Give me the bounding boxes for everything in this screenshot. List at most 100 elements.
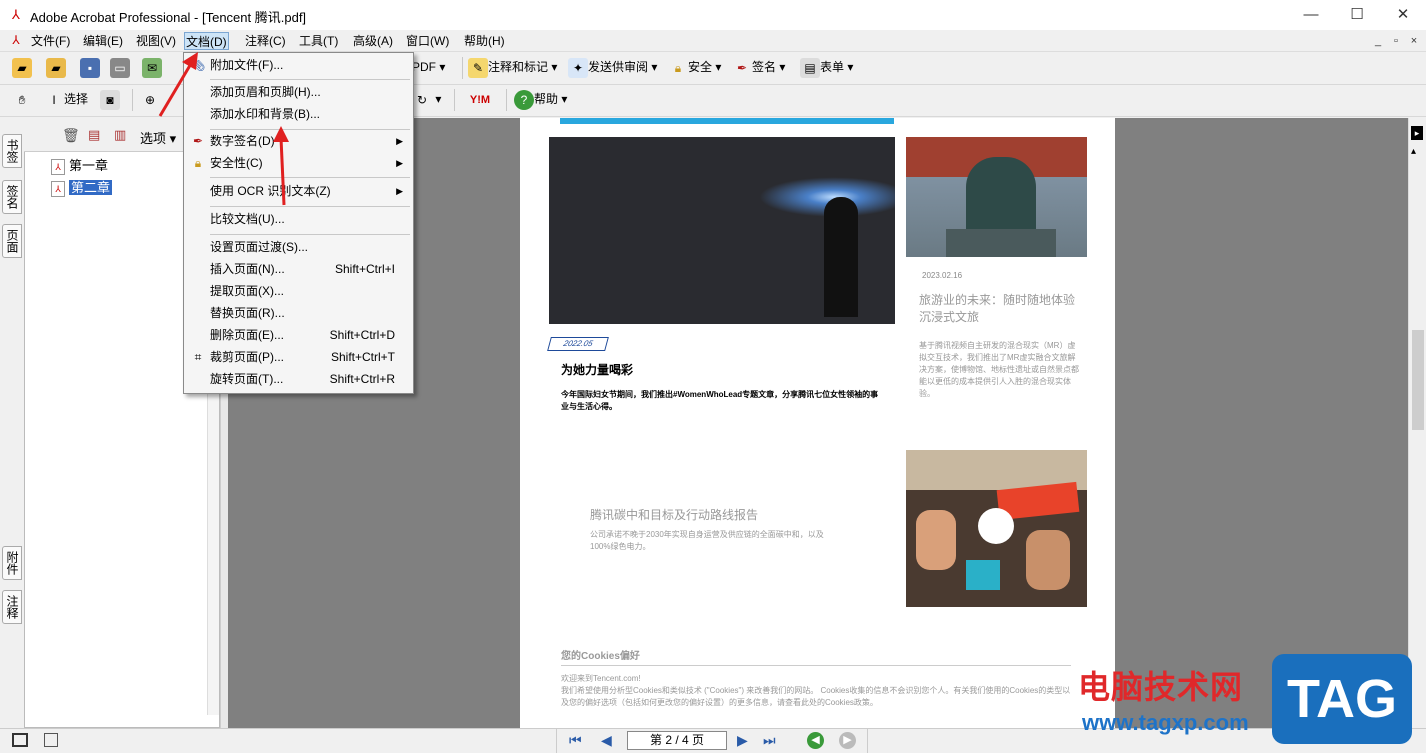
rotate-button[interactable]: ↻ ▾	[412, 88, 441, 110]
menu-bar: ⅄ 文件(F) 编辑(E) 视图(V) 文档(D) 注释(C) 工具(T) 高级…	[0, 30, 1426, 52]
watermark-logo: TAG	[1272, 654, 1412, 744]
organizer-button[interactable]: ▰	[46, 56, 66, 78]
forward-icon[interactable]: ▶	[839, 732, 856, 749]
doc-icon: ⅄	[12, 33, 20, 47]
menu-edit[interactable]: 编辑(E)	[82, 32, 124, 50]
minimize-button[interactable]: —	[1288, 0, 1334, 30]
security-button[interactable]: 🔒︎ 安全 ▾	[668, 56, 722, 78]
menu-advanced[interactable]: 高级(A)	[352, 32, 394, 50]
watermark-text: 电脑技术网	[1078, 669, 1244, 705]
page-navigation: ⏮︎ ◀ 第 2 / 4 页 ▶ ⏭︎ ◀ ▶	[556, 729, 868, 753]
sign-button[interactable]: ✒ 签名 ▾	[732, 56, 785, 78]
article-heading: 旅游业的未来：随时随地体验沉浸式文旅	[919, 293, 1076, 324]
mdi-restore-button[interactable]: ▫	[1388, 33, 1404, 49]
article-heading: 腾讯碳中和目标及行动路线报告	[590, 508, 759, 522]
menu-item-compare[interactable]: 比较文档(U)...	[186, 208, 411, 230]
select-tool-button[interactable]: I 选择	[44, 88, 88, 110]
document-scrollbar[interactable]: ▸ ▴	[1408, 118, 1426, 728]
menu-item-rotate-pages[interactable]: 旋转页面(T)... Shift+Ctrl+R	[186, 368, 411, 390]
menu-comments[interactable]: 注释(C)	[244, 32, 287, 50]
previous-page-icon[interactable]: ◀	[601, 732, 612, 749]
menu-item-watermark[interactable]: 添加水印和背景(B)...	[186, 103, 411, 125]
side-tabs: 书签 签名 页面 附件 注释	[0, 118, 24, 728]
menu-document[interactable]: 文档(D)	[184, 32, 229, 50]
mdi-minimize-button[interactable]: _	[1370, 33, 1386, 49]
comment-icon: ✎	[468, 57, 488, 78]
zoom-icon: ⊕	[144, 92, 156, 107]
yahoo-button[interactable]: Y!M	[462, 88, 498, 110]
menu-item-insert-pages[interactable]: 插入页面(N)... Shift+Ctrl+I	[186, 258, 411, 280]
email-button[interactable]: ✉	[142, 56, 162, 78]
back-icon[interactable]: ◀	[807, 732, 824, 749]
menu-view[interactable]: 视图(V)	[135, 32, 177, 50]
menu-item-security[interactable]: 🔒︎ 安全性(C) ▶	[186, 152, 411, 174]
menu-item-delete-pages[interactable]: 删除页面(E)... Shift+Ctrl+D	[186, 324, 411, 346]
snapshot-button[interactable]: ◙	[100, 88, 120, 110]
bookmark-from-selection-icon[interactable]: ▥	[114, 127, 126, 143]
tab-comments[interactable]: 注释	[2, 590, 22, 624]
menu-item-ocr[interactable]: 使用 OCR 识别文本(Z) ▶	[186, 180, 411, 202]
comment-markup-button[interactable]: ✎ 注释和标记 ▾	[468, 56, 557, 78]
menu-item-header-footer[interactable]: 添加页眉和页脚(H)...	[186, 81, 411, 103]
tab-bookmarks[interactable]: 书签	[2, 134, 22, 168]
folder-open-icon: ▰	[12, 57, 32, 78]
acrobat-icon: ⅄	[12, 7, 20, 22]
menu-help[interactable]: 帮助(H)	[463, 32, 506, 50]
page-number-field[interactable]: 第 2 / 4 页	[627, 731, 727, 750]
last-page-icon[interactable]: ⏭︎	[763, 732, 776, 749]
scroll-up-icon[interactable]: ▴	[1411, 146, 1416, 157]
menu-tools[interactable]: 工具(T)	[298, 32, 339, 50]
menu-item-extract-pages[interactable]: 提取页面(X)...	[186, 280, 411, 302]
panel-view-icon[interactable]	[12, 733, 28, 747]
page-view-icon[interactable]	[44, 733, 58, 747]
window-title: Adobe Acrobat Professional - [Tencent 腾讯…	[30, 10, 307, 25]
bookmark-item[interactable]: ⅄ 第二章	[51, 179, 113, 197]
close-button[interactable]: ✕	[1380, 0, 1426, 30]
folder-icon: ▰	[46, 57, 66, 78]
camera-icon: ◙	[100, 89, 120, 110]
form-icon: ▤	[800, 57, 820, 78]
menu-item-crop-pages[interactable]: ⌗ 裁剪页面(P)... Shift+Ctrl+T	[186, 346, 411, 368]
help-button[interactable]: ? 帮助 ▾	[514, 88, 567, 110]
cookies-welcome: 欢迎来到Tencent.com!	[561, 674, 641, 683]
menu-item-attach-file[interactable]: 📎︎ 附加文件(F)...	[186, 54, 411, 76]
menu-window[interactable]: 窗口(W)	[405, 32, 450, 50]
new-bookmark-icon[interactable]: ▤	[88, 127, 100, 143]
mdi-close-button[interactable]: ×	[1406, 33, 1422, 49]
menu-item-digital-signature[interactable]: ✒ 数字签名(D) ▶	[186, 130, 411, 152]
forms-button[interactable]: ▤ 表单 ▾	[800, 56, 853, 78]
date-tag: 2022.05	[547, 337, 609, 351]
trash-icon[interactable]: 🗑︎	[62, 127, 80, 144]
first-page-icon[interactable]: ⏮︎	[569, 732, 582, 749]
menu-item-page-transitions[interactable]: 设置页面过渡(S)...	[186, 236, 411, 258]
date-label: 2023.02.16	[922, 271, 963, 280]
zoom-in-button[interactable]: ⊕	[140, 88, 160, 110]
article-body: 公司承诺不晚于2030年实现自身运营及供应链的全面碳中和，以及100%绿色电力。	[590, 530, 824, 551]
article-body: 今年国际妇女节期间，我们推出#WomenWhoLead专题文章，分享腾讯七位女性…	[561, 390, 879, 411]
bookmark-item[interactable]: ⅄ 第一章	[51, 157, 108, 175]
menu-item-replace-pages[interactable]: 替换页面(R)...	[186, 302, 411, 324]
tab-signatures[interactable]: 签名	[2, 180, 22, 214]
article-body: 基于腾讯视频自主研发的混合现实（MR）虚拟交互技术，我们推出了MR虚实融合文旅解…	[919, 341, 1079, 398]
tab-pages[interactable]: 页面	[2, 224, 22, 258]
help-icon: ?	[514, 89, 534, 110]
submenu-arrow-icon: ▶	[396, 158, 403, 168]
send-review-button[interactable]: ✦ 发送供审阅 ▾	[568, 56, 657, 78]
rotate-icon: ↻	[416, 92, 428, 107]
open-button[interactable]: ▰	[12, 56, 32, 78]
cookies-title: 您的Cookies偏好	[561, 651, 640, 662]
menu-file[interactable]: 文件(F)	[30, 32, 71, 50]
next-page-icon[interactable]: ▶	[737, 732, 748, 749]
print-button[interactable]: ▭	[110, 56, 130, 78]
maximize-button[interactable]: ☐	[1334, 0, 1380, 30]
create-pdf-button[interactable]: PDF ▾	[412, 56, 445, 78]
scroll-thumb[interactable]	[1412, 330, 1424, 430]
options-button[interactable]: 选项 ▾	[140, 128, 176, 147]
save-button[interactable]: ▪	[80, 56, 100, 78]
tab-attachments[interactable]: 附件	[2, 546, 22, 580]
panel-toggle-icon[interactable]: ▸	[1411, 126, 1423, 140]
hand-tool-button[interactable]: ✋︎	[12, 88, 32, 110]
title-bar: ⅄ Adobe Acrobat Professional - [Tencent …	[0, 0, 1426, 30]
print-icon: ▭	[110, 57, 130, 78]
stage-photo	[549, 137, 895, 324]
